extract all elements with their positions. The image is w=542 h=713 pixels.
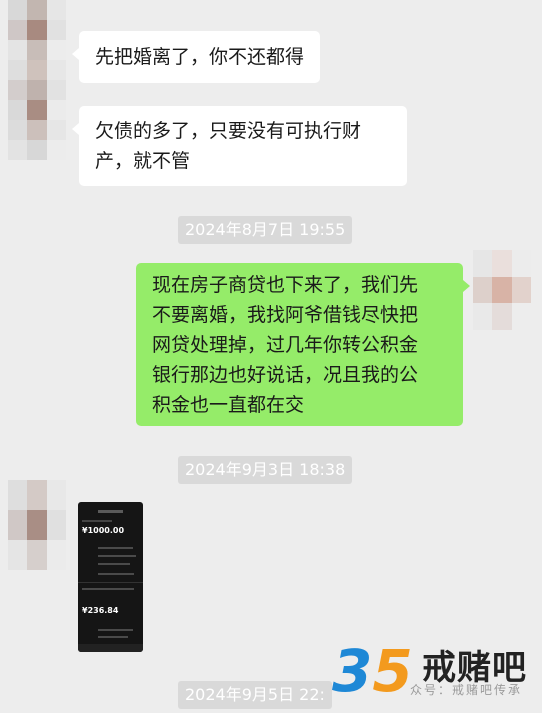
- thumb-title-bar: [98, 510, 123, 513]
- thumb-line: [98, 563, 130, 565]
- message-text-line: 欠债的多了，只要没有可执行财: [95, 120, 362, 142]
- thumb-amount: ¥236.84: [82, 606, 119, 615]
- my-avatar[interactable]: [473, 250, 531, 330]
- message-text-line: 现在房子商贷也下来了，我们先: [152, 274, 419, 296]
- message-bubble-incoming[interactable]: 先把婚离了，你不还都得: [71, 31, 321, 83]
- timestamp: 2024年9月3日 18:38: [178, 456, 353, 484]
- thumb-line: [98, 629, 133, 631]
- message-text-line: 网贷处理掉，过几年你转公积金: [152, 334, 419, 356]
- watermark-logo: 35 戒赌吧 众号：戒赌吧传承: [332, 640, 542, 713]
- watermark-number: 35: [332, 637, 413, 705]
- watermark-brand: 戒赌吧: [422, 648, 527, 688]
- thumb-amount: ¥1000.00: [82, 526, 125, 535]
- thumb-line: [98, 555, 136, 557]
- timestamp: 2024年8月7日 19:55: [178, 216, 353, 244]
- message-text-line: 不要离婚，我找阿爷借钱尽快把: [152, 304, 419, 326]
- message-text-line: 产，就不管: [95, 150, 191, 172]
- message-text-line: 银行那边也好说话，况且我的公: [152, 364, 419, 386]
- thumb-line: [98, 573, 134, 575]
- timestamp: 2024年9月5日 22:: [178, 681, 332, 709]
- message-text-line: 积金也一直都在交: [152, 394, 305, 416]
- contact-avatar[interactable]: [8, 0, 66, 60]
- message-text: 先把婚离了，你不还都得: [95, 46, 305, 68]
- contact-avatar[interactable]: [8, 120, 66, 180]
- thumb-bottom-bar: [78, 644, 143, 652]
- thumb-line: [82, 520, 112, 522]
- image-message[interactable]: ¥1000.00 ¥236.84: [78, 502, 143, 652]
- contact-avatar[interactable]: [8, 480, 66, 570]
- message-bubble-incoming[interactable]: 欠债的多了，只要没有可执行财 产，就不管: [72, 106, 407, 186]
- watermark-subtitle: 众号：戒赌吧传承: [410, 683, 523, 697]
- contact-avatar[interactable]: [8, 60, 66, 120]
- thumb-line: [98, 547, 133, 549]
- thumb-line: [98, 636, 128, 638]
- thumb-divider: [78, 582, 143, 583]
- message-bubble-outgoing[interactable]: 现在房子商贷也下来了，我们先 不要离婚，我找阿爷借钱尽快把 网贷处理掉，过几年你…: [136, 263, 470, 426]
- thumb-line: [82, 588, 134, 590]
